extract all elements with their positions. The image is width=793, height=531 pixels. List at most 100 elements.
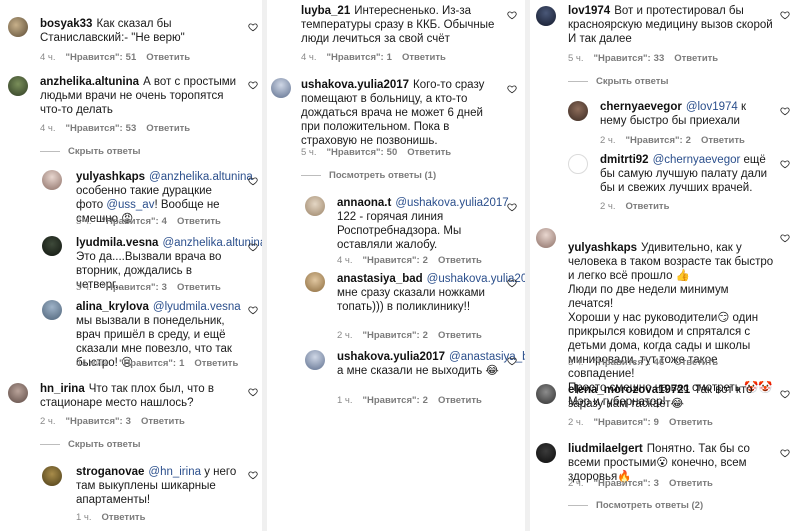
avatar[interactable] [8,17,28,37]
username[interactable]: elena_morozova19721 [568,384,690,396]
reply-button[interactable]: Ответить [141,416,185,427]
like-heart-icon[interactable] [780,389,790,399]
like-heart-icon[interactable] [248,80,258,90]
mention-link[interactable]: @lyudmila.vesna [153,301,241,313]
like-heart-icon[interactable] [248,242,258,252]
view-replies-button[interactable]: Посмотреть ответы (2) [568,500,703,511]
username[interactable]: anzhelika.altunina [40,76,139,88]
comments-column-1: bosyak33 Как сказал бы Станиславский:- "Н… [0,0,262,531]
avatar[interactable] [536,6,556,26]
comment-meta: 3 ч. "Нравится": 4 Ответить [76,216,221,227]
avatar[interactable] [42,170,62,190]
comments-column-2: luyba_21 Интересненько. Из-за температуры… [267,0,530,531]
like-heart-icon[interactable] [507,10,517,20]
avatar[interactable] [42,236,62,256]
reply-button[interactable]: Ответить [177,216,221,227]
comment-meta: 5 ч. "Нравится": 50 Ответить [301,147,452,158]
comment-meta: 1 ч. "Нравится": 2 Ответить [337,395,482,406]
reply-button[interactable]: Ответить [669,478,713,489]
hide-replies-button[interactable]: Скрыть ответы [40,146,141,157]
mention-link[interactable]: @anastasiya_bad [449,351,530,363]
username[interactable]: lov1974 [568,5,610,17]
mention-link[interactable]: @chernyaevegor [653,154,741,166]
username[interactable]: chernyaevegor [600,101,682,113]
like-heart-icon[interactable] [248,387,258,397]
reply-button[interactable]: Ответить [674,357,718,368]
username[interactable]: ushakova.yulia2017 [301,79,409,91]
comment-text: ushakova.yulia2017 Кого-то сразу помещают… [301,79,485,147]
avatar[interactable] [42,466,62,486]
reply-button[interactable]: Ответить [402,52,446,63]
like-heart-icon[interactable] [507,356,517,366]
hide-replies-button[interactable]: Скрыть ответы [568,76,669,87]
reply-text: stroganovae @hn_irina у него там выкуплен… [76,466,237,506]
avatar[interactable] [568,154,588,174]
mention-link[interactable]: @lov1974 [686,101,738,113]
reply-button[interactable]: Ответить [438,330,482,341]
reply-text: ushakova.yulia2017@anastasiya_bad а мне … [337,350,530,378]
like-heart-icon[interactable] [780,106,790,116]
username[interactable]: luyba_21 [301,5,350,17]
like-heart-icon[interactable] [507,84,517,94]
view-replies-button[interactable]: Посмотреть ответы (1) [301,170,436,181]
avatar[interactable] [536,228,556,248]
username[interactable]: dmitrti92 [600,154,649,166]
reply-button[interactable]: Ответить [438,395,482,406]
reply-button[interactable]: Ответить [194,358,238,369]
reply-button[interactable]: Ответить [102,512,146,523]
comment-text: elena_morozova19721 Так вот кто заразу на… [568,384,753,410]
avatar[interactable] [8,76,28,96]
username[interactable]: liudmilaelgert [568,443,643,455]
mention-link[interactable]: @hn_irina [148,466,201,478]
like-heart-icon[interactable] [507,202,517,212]
avatar[interactable] [568,101,588,121]
hide-replies-button[interactable]: Скрыть ответы [40,439,141,450]
comment-meta: 2 ч. "Нравится": 2 Ответить [600,135,745,146]
comment-meta: 4 ч. "Нравится": 53 Ответить [40,123,191,134]
username[interactable]: bosyak33 [40,18,92,30]
like-heart-icon[interactable] [780,448,790,458]
like-heart-icon[interactable] [507,278,517,288]
reply-button[interactable]: Ответить [438,255,482,266]
like-heart-icon[interactable] [780,159,790,169]
like-heart-icon[interactable] [248,305,258,315]
avatar[interactable] [305,196,325,216]
avatar[interactable] [536,443,556,463]
avatar[interactable] [305,350,325,370]
username[interactable]: alina_krylova [76,301,149,313]
mention-link[interactable]: @ushakova.yulia2017 [395,197,508,209]
mention-link[interactable]: @anzhelika.altunina [149,171,253,183]
username[interactable]: anastasiya_bad [337,273,423,285]
reply-button[interactable]: Ответить [701,135,745,146]
mention-link[interactable]: @uss_av [106,199,154,211]
comment-meta: 2 ч. "Нравится": 2 Ответить [337,330,482,341]
like-heart-icon[interactable] [248,470,258,480]
avatar[interactable] [42,300,62,320]
comment-meta: 4 ч. "Нравится": 1 Ответить [301,52,446,63]
reply-button[interactable]: Ответить [669,417,713,428]
username[interactable]: stroganovae [76,466,144,478]
reply-text: chernyaevegor @lov1974 к нему быстро бы п… [600,101,747,127]
reply-button[interactable]: Ответить [146,123,190,134]
avatar[interactable] [305,272,325,292]
like-heart-icon[interactable] [780,233,790,243]
username[interactable]: yulyashkaps [76,171,145,183]
username[interactable]: yulyashkaps [568,242,637,254]
avatar[interactable] [271,78,291,98]
like-heart-icon[interactable] [248,22,258,32]
like-heart-icon[interactable] [780,10,790,20]
avatar[interactable] [8,383,28,403]
avatar[interactable] [536,384,556,404]
reply-text: anastasiya_bad @ushakova.yulia2017 мне ср… [337,272,530,314]
reply-button[interactable]: Ответить [674,53,718,64]
username[interactable]: annaona.t [337,197,391,209]
comment-text: yulyashkaps Удивительно, как у человека в… [568,242,774,408]
like-heart-icon[interactable] [248,176,258,186]
username[interactable]: lyudmila.vesna [76,237,158,249]
reply-button[interactable]: Ответить [407,147,451,158]
reply-button[interactable]: Ответить [177,282,221,293]
reply-button[interactable]: Ответить [146,52,190,63]
username[interactable]: hn_irina [40,383,85,395]
reply-button[interactable]: Ответить [626,201,670,212]
username[interactable]: ushakova.yulia2017 [337,351,445,363]
